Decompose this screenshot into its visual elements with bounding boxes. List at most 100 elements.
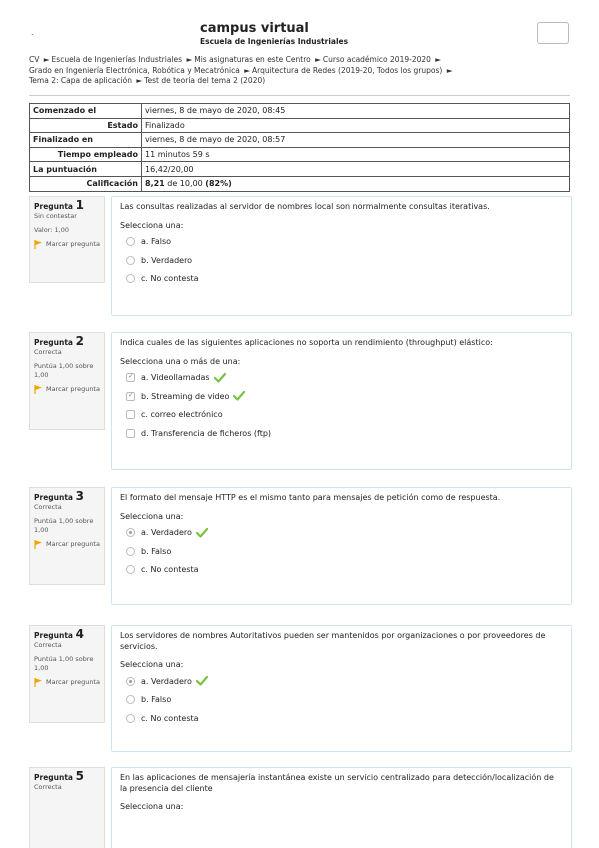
question-number: Pregunta 3 xyxy=(34,489,84,503)
points-value: 16,42/20,00 xyxy=(141,161,570,177)
breadcrumb-separator-icon: ► xyxy=(446,65,453,75)
breadcrumb-link[interactable]: CV xyxy=(29,55,39,64)
menu-toggle-button[interactable] xyxy=(537,22,569,44)
answer-option[interactable]: b. Falso xyxy=(120,542,563,561)
breadcrumb-link[interactable]: Tema 2: Capa de aplicación xyxy=(29,76,132,85)
answer-prompt: Selecciona una: xyxy=(120,802,184,811)
started-value: viernes, 8 de mayo de 2020, 08:45 xyxy=(141,103,570,119)
breadcrumb-link[interactable]: Curso académico 2019-2020 xyxy=(323,55,431,64)
radio-button[interactable] xyxy=(126,676,135,686)
question-content: En las aplicaciones de mensajería instan… xyxy=(111,767,572,848)
checkbox[interactable] xyxy=(126,372,135,383)
question-status: Correcta xyxy=(34,783,62,791)
answer-option[interactable]: a. Falso xyxy=(120,233,563,252)
breadcrumb-separator-icon: ► xyxy=(244,65,250,75)
answer-option[interactable]: a. Verdadero xyxy=(120,524,563,543)
flag-question-button[interactable]: Marcar pregunta xyxy=(34,385,100,394)
table-row: Tiempo empleado 11 minutos 59 s xyxy=(29,146,570,163)
divider xyxy=(29,95,570,96)
table-row: Estado Finalizado xyxy=(29,117,570,134)
answer-option[interactable]: c. No contesta xyxy=(120,270,563,289)
radio-button[interactable] xyxy=(126,546,135,556)
answer-option[interactable]: c. correo electrónico xyxy=(120,406,563,425)
checkbox[interactable] xyxy=(126,428,135,438)
checkbox[interactable] xyxy=(126,410,135,420)
started-label: Comenzado el xyxy=(29,103,142,119)
grade-percent: 82% xyxy=(208,179,229,189)
breadcrumb-separator-icon: ► xyxy=(435,55,442,64)
breadcrumb-link[interactable]: Escuela de Ingenierías Industriales xyxy=(52,55,183,64)
answer-prompt: Selecciona una: xyxy=(120,660,184,669)
site-title[interactable]: campus virtual xyxy=(200,21,309,36)
flag-icon xyxy=(34,540,42,549)
time-value: 11 minutos 59 s xyxy=(141,146,570,163)
grade-of: de 10,00 xyxy=(167,179,203,189)
answer-option[interactable]: a. Verdadero xyxy=(120,672,563,691)
answer-option[interactable]: a. Videollamadas xyxy=(120,369,563,388)
table-row: Calificación 8,21 de 10,00 (82%) xyxy=(29,175,570,192)
question-text: Las consultas realizadas al servidor de … xyxy=(120,202,490,211)
question-text: Indica cuales de las siguientes aplicaci… xyxy=(120,338,493,347)
flag-question-button[interactable]: Marcar pregunta xyxy=(34,678,100,687)
answer-option[interactable]: b. Falso xyxy=(120,691,563,710)
radio-button[interactable] xyxy=(126,695,135,705)
breadcrumb-link[interactable]: Arquitectura de Redes (2019-20, Todos lo… xyxy=(252,66,442,75)
answer-option[interactable]: c. No contesta xyxy=(120,709,563,728)
answer-option[interactable]: b. Verdadero xyxy=(120,251,563,270)
question-content: Indica cuales de las siguientes aplicaci… xyxy=(111,332,572,470)
question-info: Pregunta 5 Correcta xyxy=(29,767,105,848)
answer-option[interactable]: c. No contesta xyxy=(120,561,563,580)
site-subtitle: Escuela de Ingenierías Industriales xyxy=(200,37,349,46)
breadcrumb-separator-icon: ► xyxy=(136,76,143,85)
breadcrumb-link[interactable]: Grado en Ingeniería Electrónica, Robótic… xyxy=(29,66,240,75)
question-content: Las consultas realizadas al servidor de … xyxy=(111,196,572,316)
flag-icon xyxy=(34,240,42,249)
radio-button[interactable] xyxy=(126,255,135,265)
question-content: El formato del mensaje HTTP es el mismo … xyxy=(111,487,572,605)
question-number: Pregunta 1 xyxy=(34,198,84,212)
question-text: Los servidores de nombres Autoritativos … xyxy=(120,631,546,651)
breadcrumb-separator-icon: ► xyxy=(43,55,50,64)
grade-label: Calificación xyxy=(29,175,142,192)
flag-question-button[interactable]: Marcar pregunta xyxy=(34,240,100,249)
flag-icon xyxy=(34,385,42,394)
breadcrumb-current[interactable]: Test de teoría del tema 2 (2020) xyxy=(144,76,265,85)
question-number: Pregunta 4 xyxy=(34,627,84,641)
answer-prompt: Selecciona una: xyxy=(120,511,184,521)
radio-button[interactable] xyxy=(126,274,135,284)
state-label: Estado xyxy=(29,117,142,134)
answer-option[interactable]: d. Transferencia de ficheros (ftp) xyxy=(120,424,563,443)
answer-prompt: Selecciona una: xyxy=(120,220,184,230)
table-row: Comenzado el viernes, 8 de mayo de 2020,… xyxy=(29,103,570,119)
breadcrumb-link[interactable]: Mis asignaturas en este Centro xyxy=(194,55,310,64)
correct-check-icon xyxy=(195,676,208,686)
breadcrumb-separator-icon: ► xyxy=(186,55,193,64)
question-content: Los servidores de nombres Autoritativos … xyxy=(111,625,572,752)
question-mark: Puntúa 1,00 sobre 1,00 xyxy=(34,517,94,534)
attempt-summary-table: Comenzado el viernes, 8 de mayo de 2020,… xyxy=(29,103,570,192)
question-status: Sin contestar xyxy=(34,212,77,220)
question-text: En las aplicaciones de mensajería instan… xyxy=(120,773,554,793)
radio-button[interactable] xyxy=(126,565,135,575)
question-mark: Valor: 1,00 xyxy=(34,226,69,234)
header-dot: . xyxy=(31,28,34,37)
radio-button[interactable] xyxy=(126,713,135,723)
question-status: Correcta xyxy=(34,348,62,356)
flag-icon xyxy=(34,678,42,687)
flag-question-button[interactable]: Marcar pregunta xyxy=(34,540,100,549)
grade-value: 8,21 xyxy=(145,179,165,189)
breadcrumb: CV ► Escuela de Ingenierías Industriales … xyxy=(29,55,574,87)
checkbox[interactable] xyxy=(126,391,135,401)
question-status: Correcta xyxy=(34,641,62,649)
breadcrumb-separator-icon: ► xyxy=(315,55,321,64)
question-status: Correcta xyxy=(34,503,62,511)
question-number: Pregunta 5 xyxy=(34,769,84,783)
question-info: Pregunta 2 Correcta Puntúa 1,00 sobre 1,… xyxy=(29,332,105,430)
answer-option[interactable]: b. Streaming de video xyxy=(120,387,563,406)
time-label: Tiempo empleado xyxy=(29,146,142,163)
radio-button[interactable] xyxy=(126,528,135,538)
radio-button[interactable] xyxy=(126,237,135,247)
answer-prompt: Selecciona una o más de una: xyxy=(120,356,241,366)
question-info: Pregunta 3 Correcta Puntúa 1,00 sobre 1,… xyxy=(29,487,105,585)
question-text: El formato del mensaje HTTP es el mismo … xyxy=(120,493,501,502)
